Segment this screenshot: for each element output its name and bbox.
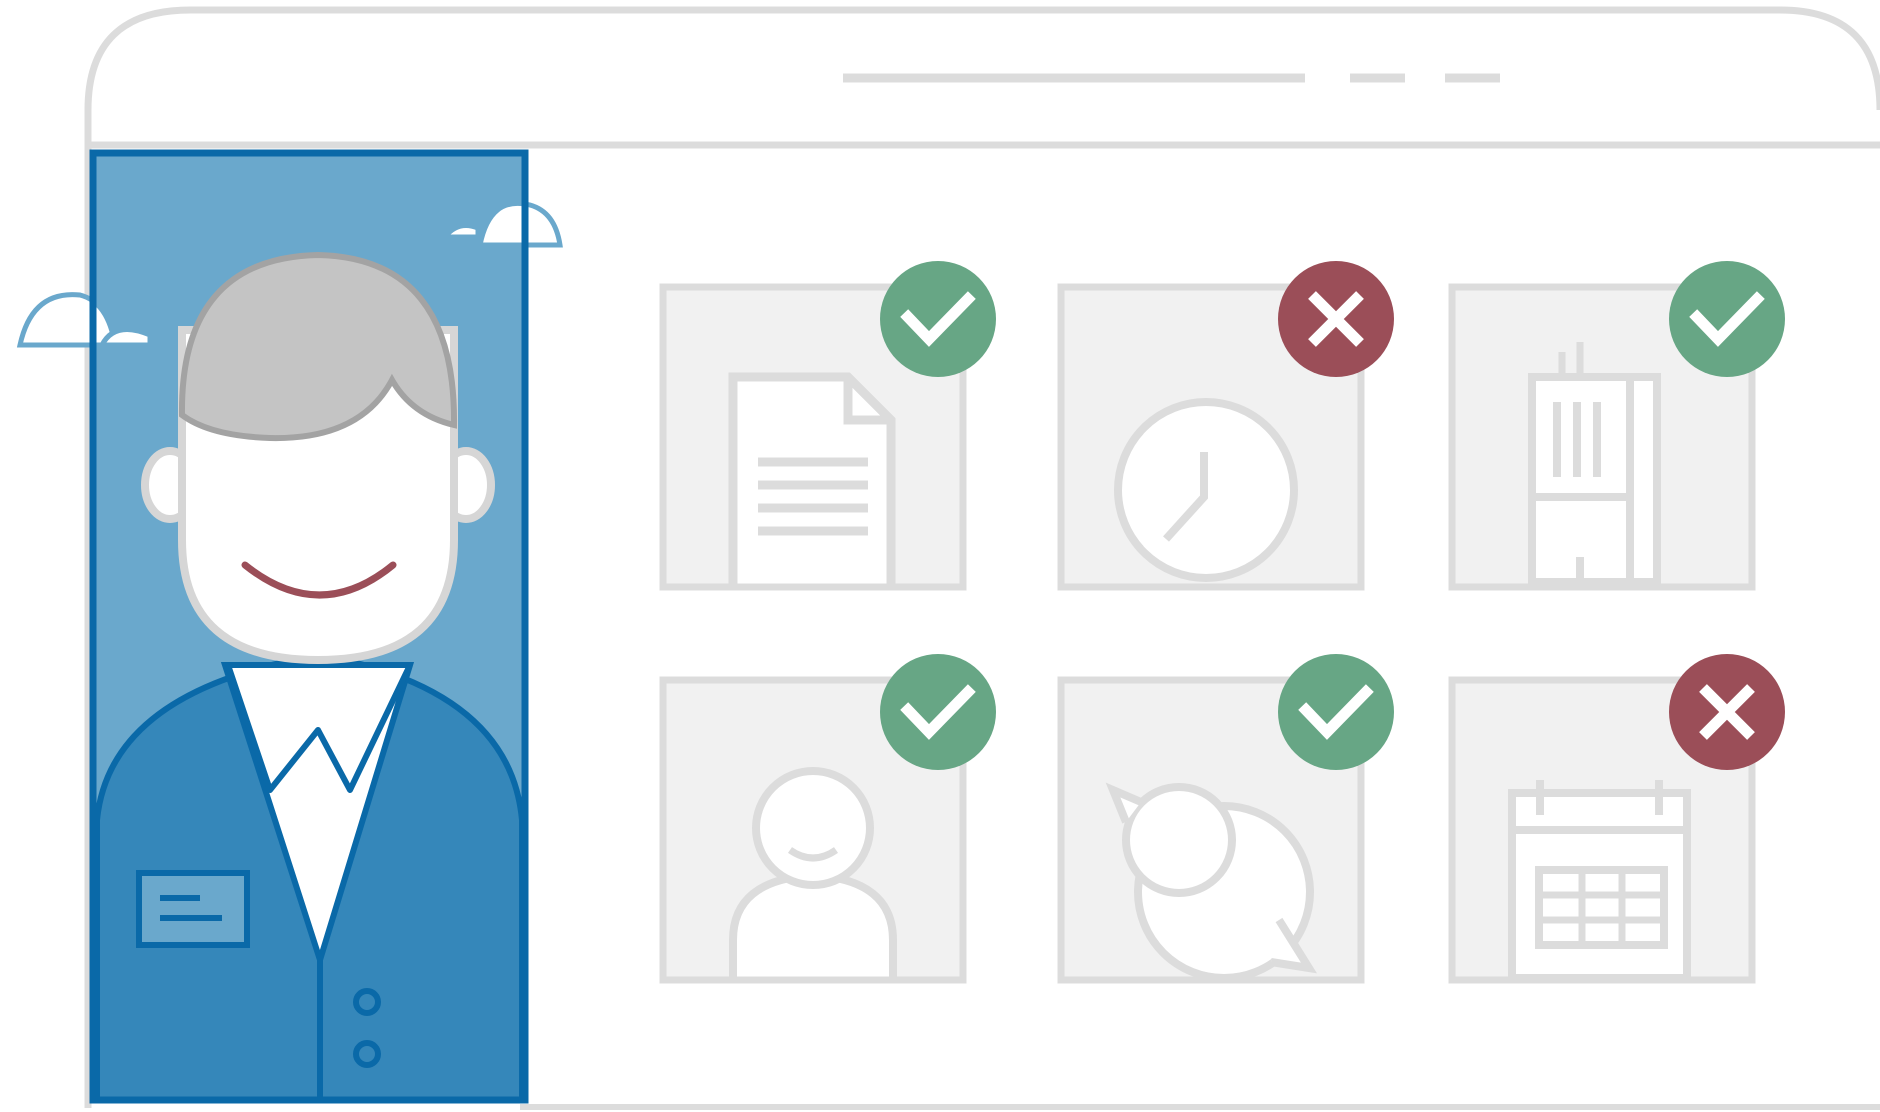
cross-icon <box>1669 654 1785 770</box>
document-icon <box>728 372 896 584</box>
clock-icon <box>1114 398 1298 582</box>
name-badge <box>136 870 250 948</box>
service-grid <box>659 261 1785 984</box>
service-tile[interactable] <box>659 261 996 591</box>
check-icon <box>1278 654 1394 770</box>
service-tile[interactable] <box>1057 261 1394 591</box>
check-icon <box>880 261 996 377</box>
check-icon <box>880 654 996 770</box>
building-icon <box>1528 342 1661 586</box>
service-tile[interactable] <box>659 654 996 984</box>
cross-icon <box>1278 261 1394 377</box>
service-tile[interactable] <box>1057 654 1394 984</box>
support-illustration <box>16 6 1880 1110</box>
agent-panel <box>16 149 563 1104</box>
service-tile[interactable] <box>1448 654 1785 984</box>
calendar-icon <box>1508 780 1691 982</box>
service-tile[interactable] <box>1448 261 1785 591</box>
check-icon <box>1669 261 1785 377</box>
